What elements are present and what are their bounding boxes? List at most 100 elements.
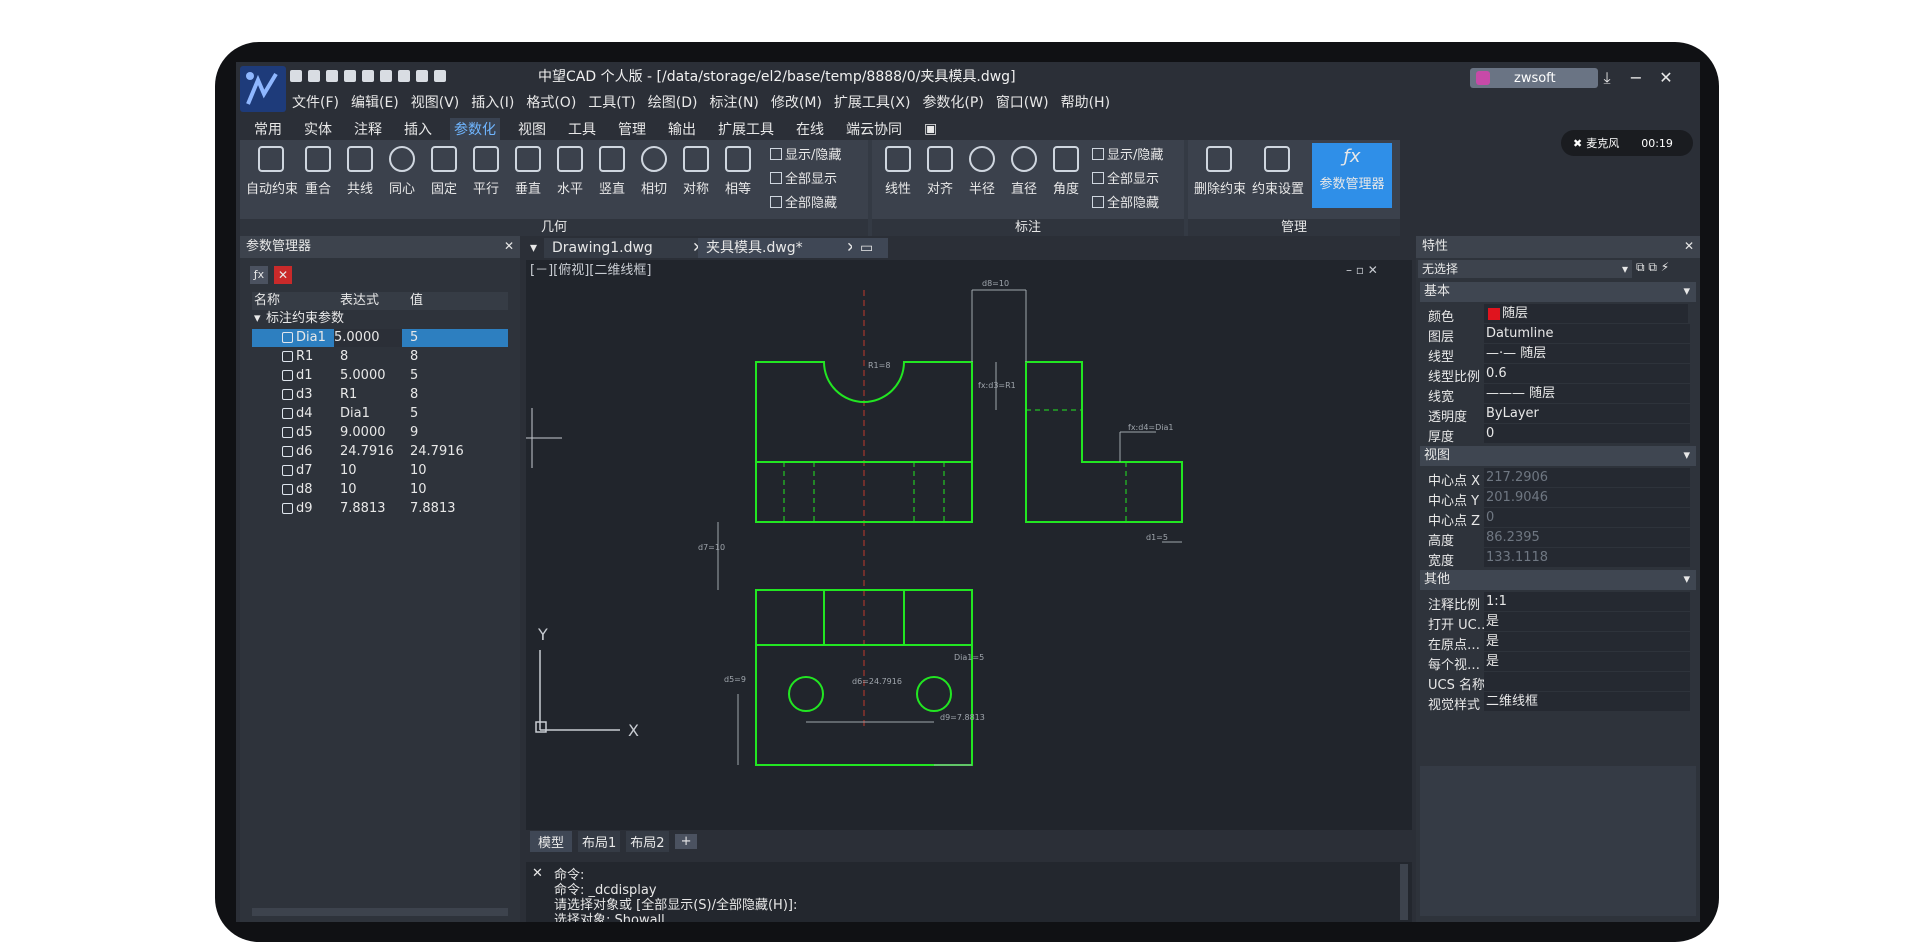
quick-select-icon[interactable]: ⧉ ⧉ ⚡: [1636, 260, 1669, 275]
angle-icon[interactable]: [1053, 146, 1079, 172]
menu-parametric[interactable]: 参数化(P): [922, 92, 983, 112]
section-basic[interactable]: 基本 ▾: [1420, 282, 1696, 302]
aligned-button[interactable]: 对齐: [920, 178, 960, 197]
tab-drawing1[interactable]: Drawing1.dwg ✕: [544, 238, 710, 258]
dim-dia1[interactable]: Dia1=5: [954, 653, 984, 662]
prop-row[interactable]: 视觉样式 二维线框: [1424, 692, 1694, 713]
prop-row[interactable]: 线宽 ——— 随层: [1424, 384, 1694, 405]
table-row[interactable]: d1 5.0000 5: [252, 367, 508, 385]
prop-row[interactable]: UCS 名称: [1424, 672, 1694, 693]
panel-close-icon[interactable]: ✕: [504, 239, 514, 253]
expr-edit-field[interactable]: 5.0000: [334, 329, 402, 347]
dim-r1[interactable]: R1=8: [868, 361, 890, 370]
tab-parametric[interactable]: 参数化: [450, 118, 500, 140]
dim-d1[interactable]: d1=5: [1146, 533, 1168, 542]
param-manager-button[interactable]: ƒx 参数管理器: [1312, 143, 1392, 208]
screen-icon[interactable]: ▣: [920, 120, 941, 138]
param-group-row[interactable]: ▾ 标注约束参数: [252, 310, 508, 328]
collinear-button[interactable]: 共线: [340, 178, 380, 197]
tab-jigmold[interactable]: 夹具模具.dwg* ✕: [698, 238, 864, 258]
prop-row[interactable]: 图层 Datumline: [1424, 324, 1694, 345]
section-view[interactable]: 视图 ▾: [1420, 446, 1696, 466]
constraint-settings-icon[interactable]: [1264, 146, 1290, 172]
geo-hide-all[interactable]: 全部隐藏: [770, 192, 837, 211]
parallel-icon[interactable]: [473, 146, 499, 172]
diameter-icon[interactable]: [1011, 146, 1037, 172]
menu-file[interactable]: 文件(F): [292, 92, 339, 112]
col-value[interactable]: 值: [410, 292, 423, 310]
symmetric-button[interactable]: 对称: [676, 178, 716, 197]
table-row[interactable]: d7 10 10: [252, 462, 508, 480]
dim-d7[interactable]: d7=10: [698, 543, 725, 552]
menu-view[interactable]: 视图(V): [411, 92, 460, 112]
new-file-icon[interactable]: [290, 70, 302, 82]
dim-d8[interactable]: d8=10: [982, 279, 1009, 288]
table-row[interactable]: R1 8 8: [252, 348, 508, 366]
horizontal-button[interactable]: 水平: [550, 178, 590, 197]
diameter-button[interactable]: 直径: [1004, 178, 1044, 197]
tab-model[interactable]: 模型: [530, 830, 573, 852]
menu-modify[interactable]: 修改(M): [771, 92, 822, 112]
drawing-canvas[interactable]: [－][俯视][二维线框] – ▫ ✕ d8=10 R1=8 fx:d3=R1 …: [526, 260, 1412, 842]
tab-layout1[interactable]: 布局1: [578, 830, 621, 852]
menu-dimension[interactable]: 标注(N): [710, 92, 759, 112]
dim-hide-all[interactable]: 全部隐藏: [1092, 192, 1159, 211]
equal-button[interactable]: 相等: [718, 178, 758, 197]
symmetric-icon[interactable]: [683, 146, 709, 172]
menu-tools[interactable]: 工具(T): [588, 92, 635, 112]
vertical-button[interactable]: 竖直: [592, 178, 632, 197]
linear-button[interactable]: 线性: [878, 178, 918, 197]
linear-icon[interactable]: [885, 146, 911, 172]
dim-d9[interactable]: d9=7.8813: [940, 713, 985, 722]
menu-format[interactable]: 格式(O): [526, 92, 576, 112]
tab-manage[interactable]: 管理: [614, 118, 650, 140]
panel-close-icon[interactable]: ✕: [1684, 239, 1694, 253]
redo-icon[interactable]: [434, 70, 446, 82]
prop-row[interactable]: 透明度 ByLayer: [1424, 404, 1694, 425]
prop-row[interactable]: 厚度 0: [1424, 424, 1694, 445]
prop-row[interactable]: 中心点 Z0: [1424, 508, 1694, 529]
radius-icon[interactable]: [969, 146, 995, 172]
tab-common[interactable]: 常用: [250, 118, 286, 140]
angle-button[interactable]: 角度: [1046, 178, 1086, 197]
open-folder-icon[interactable]: [308, 70, 320, 82]
collinear-icon[interactable]: [347, 146, 373, 172]
prop-row[interactable]: 宽度 133.1118: [1424, 548, 1694, 569]
tab-tools[interactable]: 工具: [564, 118, 600, 140]
close-button[interactable]: ✕: [1654, 68, 1678, 87]
dim-d5[interactable]: d5=9: [724, 675, 746, 684]
tab-extend-tools[interactable]: 扩展工具: [714, 118, 778, 140]
recorder-pill[interactable]: ✖ 麦克风 00:19: [1561, 130, 1693, 156]
tab-annotate[interactable]: 注释: [350, 118, 386, 140]
vertical-icon[interactable]: [599, 146, 625, 172]
add-layout-icon[interactable]: +: [674, 833, 698, 849]
concentric-icon[interactable]: [389, 146, 415, 172]
table-row[interactable]: d5 9.0000 9: [252, 424, 508, 442]
menu-draw[interactable]: 绘图(D): [648, 92, 698, 112]
tab-list-icon[interactable]: ▾: [526, 238, 541, 258]
equal-icon[interactable]: [725, 146, 751, 172]
table-row[interactable]: Dia1 5.0000 5: [252, 329, 508, 347]
table-row[interactable]: d9 7.8813 7.8813: [252, 500, 508, 518]
tab-insert[interactable]: 插入: [400, 118, 436, 140]
col-name[interactable]: 名称: [254, 292, 280, 310]
menu-extend-tools[interactable]: 扩展工具(X): [834, 92, 911, 112]
collapse-icon[interactable]: ▾: [254, 310, 261, 328]
constraint-settings-button[interactable]: 约束设置: [1252, 178, 1304, 197]
prop-row[interactable]: 在原点… 是: [1424, 632, 1694, 653]
plot-preview-icon[interactable]: [398, 70, 410, 82]
prop-row[interactable]: 线型比例 0.6: [1424, 364, 1694, 385]
cmd-close-icon[interactable]: ✕: [532, 866, 543, 881]
menu-insert[interactable]: 插入(I): [471, 92, 514, 112]
delete-param-icon[interactable]: ✕: [274, 266, 292, 284]
coincident-button[interactable]: 重合: [298, 178, 338, 197]
tangent-icon[interactable]: [641, 146, 667, 172]
dim-d6[interactable]: d6=24.7916: [852, 677, 902, 686]
perpendicular-button[interactable]: 垂直: [508, 178, 548, 197]
viewport-controls[interactable]: – ▫ ✕: [1346, 263, 1378, 277]
viewport-label[interactable]: [－][俯视][二维线框]: [530, 262, 651, 278]
aligned-icon[interactable]: [927, 146, 953, 172]
radius-button[interactable]: 半径: [962, 178, 1002, 197]
prop-row[interactable]: 高度 86.2395: [1424, 528, 1694, 549]
save-icon[interactable]: [326, 70, 338, 82]
